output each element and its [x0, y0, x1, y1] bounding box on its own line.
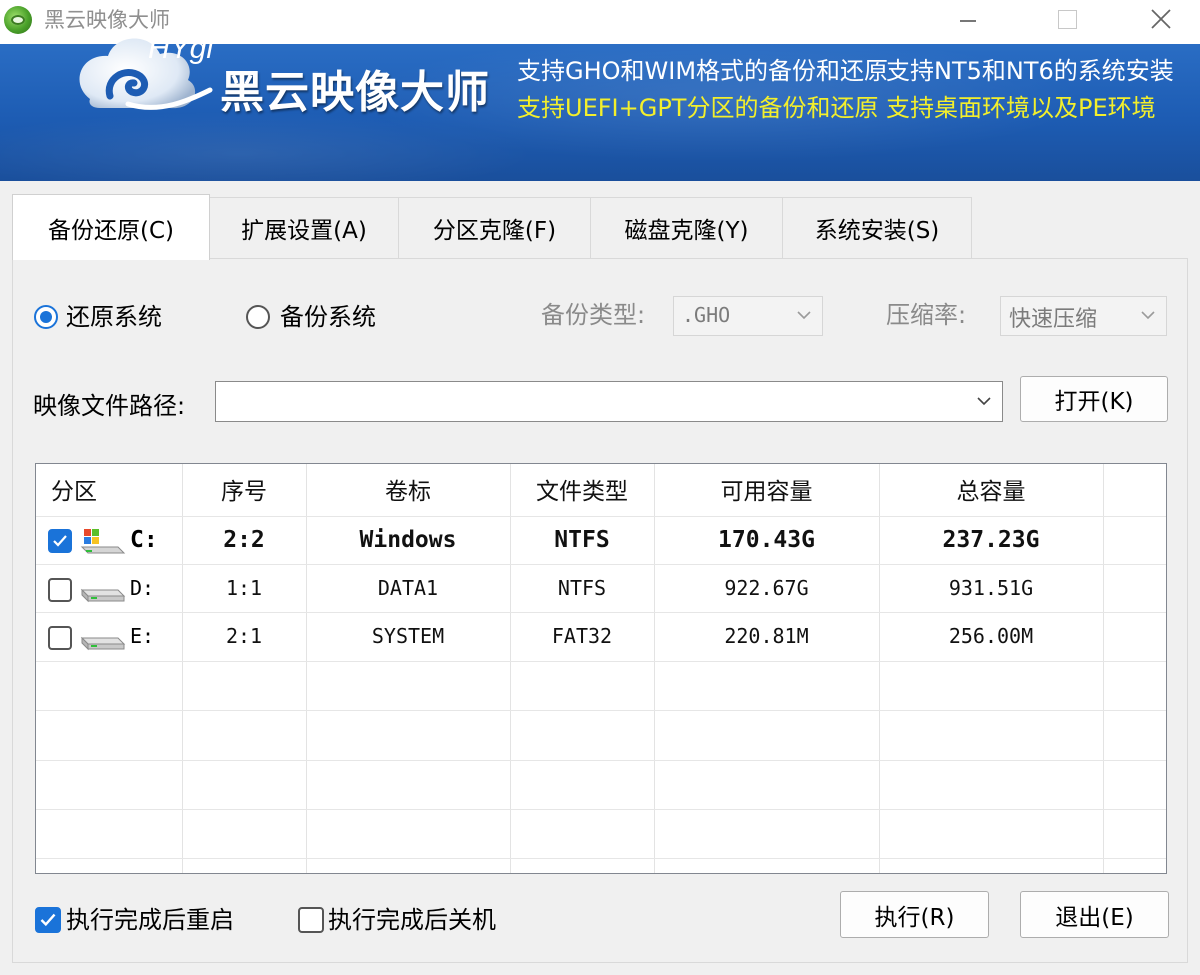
drive-icon: [80, 588, 126, 603]
image-path-combo[interactable]: [215, 381, 1003, 422]
backup-type-label: 备份类型:: [541, 301, 646, 329]
drive-letter: C:: [130, 527, 158, 553]
tab-disk-clone[interactable]: 磁盘克隆(Y): [590, 197, 783, 258]
fs-cell: NTFS: [554, 527, 610, 553]
drive-letter: D:: [130, 576, 155, 600]
column-header[interactable]: 卷标: [306, 464, 510, 516]
fs-cell: FAT32: [551, 624, 613, 648]
checkmark-icon: [40, 913, 56, 927]
feature-text: 支持GHO和WIM格式的备份和还原: [517, 57, 889, 85]
backup-type-value: .GHO: [682, 303, 731, 327]
compression-label: 压缩率:: [886, 301, 967, 329]
system-drive-icon: [80, 529, 126, 554]
chevron-down-icon: [797, 311, 811, 320]
execute-button[interactable]: 执行(R): [840, 891, 989, 938]
row-checkbox[interactable]: [48, 626, 72, 650]
app-icon: [4, 6, 32, 34]
total-cell: 931.51G: [948, 576, 1034, 600]
drive-icon: [80, 636, 126, 651]
free-cell: 220.81M: [724, 624, 809, 648]
close-button[interactable]: [1138, 0, 1184, 40]
column-header[interactable]: 分区: [51, 464, 97, 516]
tab-partition-clone[interactable]: 分区克隆(F): [398, 197, 591, 258]
minimize-button[interactable]: [944, 0, 990, 40]
row-checkbox[interactable]: [48, 578, 72, 602]
compression-value: 快速压缩: [1009, 307, 1098, 332]
column-header[interactable]: 可用容量: [654, 464, 879, 516]
image-path-label: 映像文件路径:: [33, 392, 186, 420]
feature-text: 支持NT5和NT6的系统安装: [886, 57, 1174, 85]
feature-text: 支持桌面环境以及PE环境: [886, 94, 1156, 122]
free-cell: 922.67G: [724, 576, 809, 600]
label-cell: DATA1: [377, 576, 439, 600]
checkmark-icon: [53, 535, 67, 547]
image-path-input[interactable]: [220, 386, 964, 418]
free-cell: 170.43G: [718, 527, 815, 553]
backup-radio[interactable]: [246, 305, 270, 329]
index-cell: 2:2: [223, 527, 265, 553]
backup-type-select[interactable]: .GHO: [673, 296, 823, 336]
backup-label[interactable]: 备份系统: [280, 302, 376, 332]
open-button[interactable]: 打开(K): [1020, 376, 1168, 422]
restore-radio[interactable]: [34, 305, 58, 329]
row-checkbox[interactable]: [48, 529, 72, 553]
tab-extended-settings[interactable]: 扩展设置(A): [209, 197, 399, 258]
version-label: Beta 1.0.0.0: [222, 20, 379, 44]
chevron-down-icon[interactable]: [976, 395, 992, 407]
column-header[interactable]: 总容量: [879, 464, 1103, 516]
chevron-down-icon: [1141, 311, 1155, 320]
fs-cell: NTFS: [557, 576, 607, 600]
feature-text: 支持UEFI+GPT分区的备份和还原: [517, 94, 879, 122]
brand-title: 黑云映像大师: [220, 67, 490, 118]
close-icon: [1151, 9, 1171, 29]
shutdown-checkbox[interactable]: [298, 907, 324, 933]
logo-text: HYgi: [148, 32, 214, 65]
tab-system-install[interactable]: 系统安装(S): [782, 197, 972, 258]
compression-select[interactable]: 快速压缩: [1000, 296, 1167, 336]
label-cell: Windows: [359, 527, 457, 553]
partition-table[interactable]: 分区 序号 卷标 文件类型 可用容量 总容量 C: 2:2 Windows NT…: [35, 463, 1167, 874]
index-cell: 2:1: [225, 624, 263, 648]
total-cell: 256.00M: [948, 624, 1034, 648]
minimize-icon: [960, 20, 976, 22]
reboot-label[interactable]: 执行完成后重启: [66, 905, 234, 935]
column-header[interactable]: 文件类型: [510, 464, 654, 516]
tab-backup-restore[interactable]: 备份还原(C): [12, 194, 210, 260]
shutdown-label[interactable]: 执行完成后关机: [328, 905, 496, 935]
label-cell: SYSTEM: [371, 624, 445, 648]
drive-letter: E:: [130, 624, 155, 648]
column-header[interactable]: 序号: [182, 464, 306, 516]
index-cell: 1:1: [225, 576, 263, 600]
maximize-button[interactable]: [1044, 0, 1090, 40]
reboot-checkbox[interactable]: [35, 907, 61, 933]
maximize-icon: [1058, 10, 1077, 29]
exit-button[interactable]: 退出(E): [1020, 891, 1169, 938]
cloud-logo-icon: [79, 38, 213, 110]
restore-label[interactable]: 还原系统: [66, 302, 162, 332]
total-cell: 237.23G: [942, 527, 1040, 553]
